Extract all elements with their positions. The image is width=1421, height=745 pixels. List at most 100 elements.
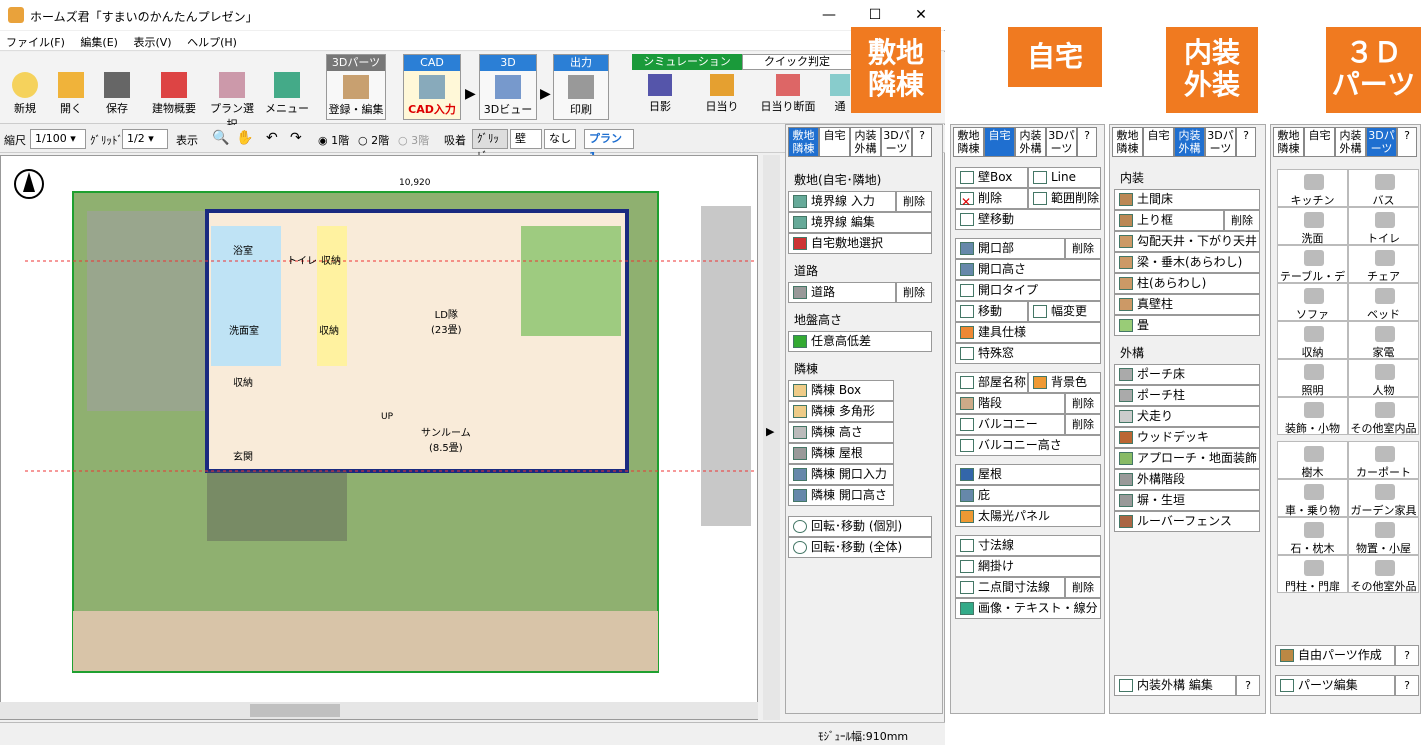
opening-button[interactable]: 開口部 xyxy=(955,238,1065,259)
menu-view[interactable]: 表示(V) xyxy=(127,31,177,53)
part-cell[interactable]: ガーデン家具 xyxy=(1348,479,1419,517)
dog-run-button[interactable]: 犬走り xyxy=(1114,406,1260,427)
elevation-button[interactable]: 任意高低差 xyxy=(788,331,932,352)
part-cell[interactable]: 門柱・門扉 xyxy=(1277,555,1348,593)
line-button[interactable]: Line xyxy=(1028,167,1101,188)
two-point-dimension-button[interactable]: 二点間寸法線 xyxy=(955,577,1065,598)
part-cell[interactable]: チェア xyxy=(1348,245,1419,283)
delete-wall-button[interactable]: ✕ 削除 xyxy=(955,188,1028,209)
part-edit-button[interactable]: パーツ編集 xyxy=(1275,675,1395,696)
part-cell[interactable]: 家電 xyxy=(1348,321,1419,359)
part-cell[interactable]: 洗面 xyxy=(1277,207,1348,245)
part-cell[interactable]: ソファ xyxy=(1277,283,1348,321)
undo-icon[interactable]: ↶ xyxy=(266,130,278,146)
menu-file[interactable]: ファイル(F) xyxy=(0,31,71,53)
opening-type-button[interactable]: 開口タイプ xyxy=(955,280,1101,301)
boundary-edit-button[interactable]: 境界線 編集 xyxy=(788,212,932,233)
sunlight-button[interactable]: 日当り xyxy=(700,74,744,120)
quick-check-tab[interactable]: クイック判定 xyxy=(742,54,852,70)
part-cell[interactable]: 車・乗り物 xyxy=(1277,479,1348,517)
neighbor-box-button[interactable]: 隣棟 Box xyxy=(788,380,894,401)
home-site-select-button[interactable]: 自宅敷地選択 xyxy=(788,233,932,254)
redo-icon[interactable]: ↷ xyxy=(290,130,302,146)
part-cell[interactable]: 人物 xyxy=(1348,359,1419,397)
save-button[interactable]: 保存 xyxy=(98,58,136,120)
plan-select-button[interactable]: プラン選択 xyxy=(206,58,258,131)
part-cell[interactable]: その他室内品 xyxy=(1348,397,1419,435)
wood-deck-button[interactable]: ウッドデッキ xyxy=(1114,427,1260,448)
shinkabe-column-button[interactable]: 真壁柱 xyxy=(1114,294,1260,315)
approach-button[interactable]: アプローチ・地面装飾 xyxy=(1114,448,1260,469)
snap-none-button[interactable]: なし xyxy=(544,129,576,149)
wall-box-button[interactable]: 壁Box xyxy=(955,167,1028,188)
part-cell[interactable]: 石・枕木 xyxy=(1277,517,1348,555)
cad-group[interactable]: CAD CAD入力 xyxy=(403,54,461,120)
range-delete-button[interactable]: 範囲削除 xyxy=(1028,188,1101,209)
balcony-height-button[interactable]: バルコニー高さ xyxy=(955,435,1101,456)
slope-ceiling-button[interactable]: 勾配天井・下がり天井 xyxy=(1114,231,1260,252)
part-cell[interactable]: 樹木 xyxy=(1277,441,1348,479)
close-button[interactable]: ✕ xyxy=(898,0,944,30)
plan-tab[interactable]: プラン1 xyxy=(584,129,634,163)
horizontal-scrollbar[interactable] xyxy=(0,702,758,719)
neighbor-opening-height-button[interactable]: 隣棟 開口高さ xyxy=(788,485,894,506)
open-button[interactable]: 開く xyxy=(52,58,90,120)
background-color-button[interactable]: 背景色 xyxy=(1028,372,1101,393)
part-cell[interactable]: カーポート xyxy=(1348,441,1419,479)
part-cell[interactable]: 照明 xyxy=(1277,359,1348,397)
width-change-button[interactable]: 幅変更 xyxy=(1028,301,1101,322)
solar-panel-button[interactable]: 太陽光パネル xyxy=(955,506,1101,527)
parts-group[interactable]: 3Dパーツ 登録・編集 xyxy=(326,54,386,120)
floor-2-radio[interactable]: ○ 2階 xyxy=(358,132,389,148)
fence-hedge-button[interactable]: 塀・生垣 xyxy=(1114,490,1260,511)
part-cell[interactable]: テーブル・デスク xyxy=(1277,245,1348,299)
floor-3-radio[interactable]: ○ 3階 xyxy=(398,132,429,148)
snap-grid-button[interactable]: ｸﾞﾘｯﾄﾞ xyxy=(472,129,508,163)
stairs-button[interactable]: 階段 xyxy=(955,393,1065,414)
zoom-icon[interactable]: 🔍 xyxy=(212,130,229,146)
porch-floor-button[interactable]: ポーチ床 xyxy=(1114,364,1260,385)
part-cell[interactable]: その他室外品 xyxy=(1348,555,1419,593)
column-button[interactable]: 柱(あらわし) xyxy=(1114,273,1260,294)
view3d-group[interactable]: 3D 3Dビュー xyxy=(479,54,537,120)
room-name-button[interactable]: 部屋名称 xyxy=(955,372,1028,393)
output-group[interactable]: 出力 印刷 xyxy=(553,54,609,120)
shadow-button[interactable]: 日影 xyxy=(640,74,680,120)
free-part-create-button[interactable]: 自由パーツ作成 xyxy=(1275,645,1395,666)
neighbor-opening-input-button[interactable]: 隣棟 開口入力 xyxy=(788,464,894,485)
part-cell[interactable]: バス xyxy=(1348,169,1419,207)
balcony-button[interactable]: バルコニー xyxy=(955,414,1065,435)
minimize-button[interactable]: — xyxy=(806,0,852,30)
part-cell[interactable]: 装飾・小物 xyxy=(1277,397,1348,435)
roof-button[interactable]: 屋根 xyxy=(955,464,1101,485)
tatami-button[interactable]: 畳 xyxy=(1114,315,1260,336)
beam-button[interactable]: 梁・垂木(あらわし) xyxy=(1114,252,1260,273)
menu-button[interactable]: メニュー xyxy=(262,58,312,120)
special-window-button[interactable]: 特殊窓 xyxy=(955,343,1101,364)
scale-select[interactable]: 1/100 ▾ xyxy=(30,129,86,149)
part-cell[interactable]: 収納 xyxy=(1277,321,1348,359)
louver-fence-button[interactable]: ルーバーフェンス xyxy=(1114,511,1260,532)
menu-edit[interactable]: 編集(E) xyxy=(74,31,124,53)
part-cell[interactable]: キッチン xyxy=(1277,169,1348,207)
neighbor-polygon-button[interactable]: 隣棟 多角形 xyxy=(788,401,894,422)
part-cell[interactable]: 物置・小屋 xyxy=(1348,517,1419,555)
menu-help[interactable]: ヘルプ(H) xyxy=(181,31,243,53)
part-cell[interactable]: トイレ xyxy=(1348,207,1419,245)
maximize-button[interactable]: ☐ xyxy=(852,0,898,30)
new-button[interactable]: 新規 xyxy=(6,58,44,120)
interior-exterior-edit-button[interactable]: 内装外構 編集 xyxy=(1114,675,1236,696)
floor-1-radio[interactable]: ◉ 1階 xyxy=(318,132,349,148)
road-button[interactable]: 道路 xyxy=(788,282,896,303)
cad-canvas[interactable]: 10,920 浴室 トイレ 収納 洗面室 LD隊 (23畳) 収納 サンルーム … xyxy=(0,155,758,720)
opening-height-button[interactable]: 開口高さ xyxy=(955,259,1101,280)
vertical-scrollbar[interactable]: ▶ xyxy=(763,155,780,720)
part-cell[interactable]: ベッド xyxy=(1348,283,1419,321)
move-button[interactable]: 移動 xyxy=(955,301,1028,322)
porch-column-button[interactable]: ポーチ柱 xyxy=(1114,385,1260,406)
grid-select[interactable]: 1/2 ▾ xyxy=(122,129,168,149)
delete-button[interactable]: 削除 xyxy=(896,191,932,212)
hatching-button[interactable]: 網掛け xyxy=(955,556,1101,577)
snap-wall-button[interactable]: 壁 xyxy=(510,129,542,149)
sunlight-section-button[interactable]: 日当り断面 xyxy=(756,74,820,120)
